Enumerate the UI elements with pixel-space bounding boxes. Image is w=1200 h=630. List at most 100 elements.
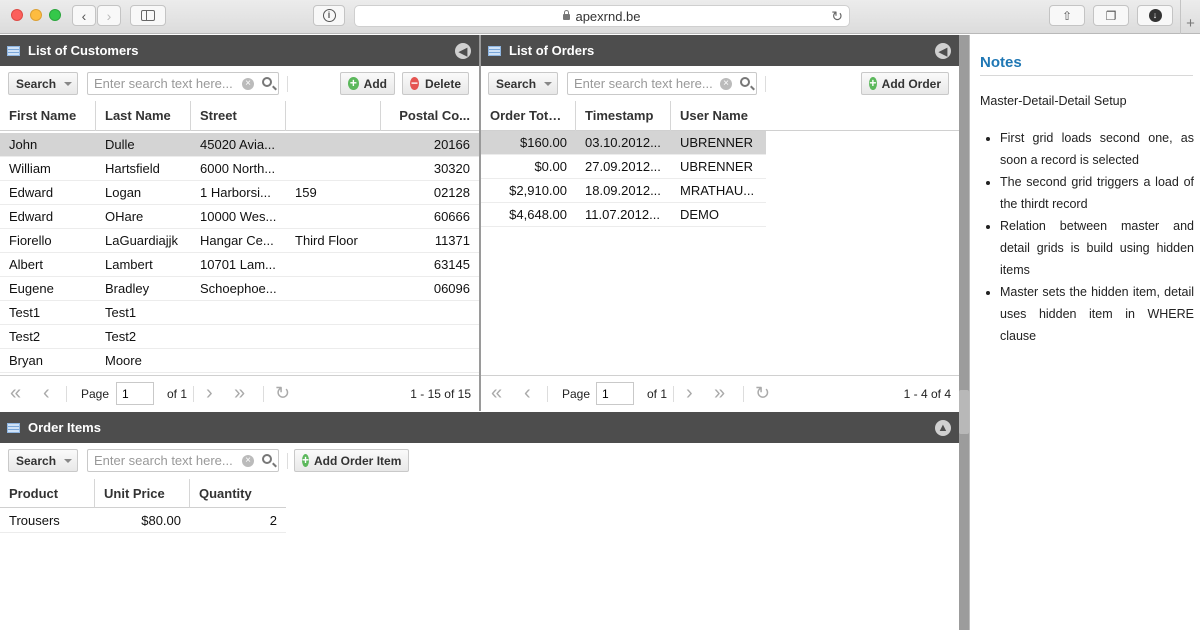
- column-header-timestamp[interactable]: Timestamp: [576, 101, 671, 131]
- refresh-icon[interactable]: ↻: [275, 383, 290, 403]
- table-cell: Albert: [9, 257, 43, 272]
- clear-icon[interactable]: ×: [242, 455, 254, 467]
- share-button[interactable]: ⇧: [1049, 5, 1085, 26]
- panel-splitter[interactable]: [959, 35, 969, 630]
- table-cell: 06096: [433, 281, 470, 296]
- chevron-right-icon: ›: [106, 7, 112, 24]
- table-row[interactable]: $4,648.00 11.07.2012... DEMO: [481, 203, 766, 227]
- order-items-search-menu-button[interactable]: Search: [8, 449, 78, 472]
- first-page-icon[interactable]: «: [491, 383, 502, 403]
- minimize-window-button[interactable]: [30, 9, 42, 21]
- table-cell: Hangar Ce...: [200, 233, 274, 248]
- next-page-icon[interactable]: ›: [206, 383, 213, 403]
- splitter-handle[interactable]: [959, 390, 969, 434]
- search-icon[interactable]: [262, 77, 272, 87]
- share-icon: ⇧: [1061, 8, 1073, 23]
- reader-info-button[interactable]: i: [313, 5, 345, 26]
- previous-page-icon[interactable]: ‹: [43, 383, 50, 403]
- pager-divider: [743, 386, 744, 402]
- table-row[interactable]: Test2 Test2: [0, 325, 479, 349]
- column-header-unit-price[interactable]: Unit Price: [95, 479, 190, 508]
- downloads-button[interactable]: ↓: [1137, 5, 1173, 26]
- reload-icon[interactable]: ↻: [831, 8, 843, 25]
- table-row[interactable]: John Dulle 45020 Avia... 20166: [0, 133, 479, 157]
- table-cell: Trousers: [9, 513, 60, 528]
- notes-item: Master sets the hidden item, detail uses…: [1000, 281, 1194, 347]
- collapse-up-icon[interactable]: ▲: [935, 420, 951, 436]
- pager-divider: [263, 386, 264, 402]
- column-header-product[interactable]: Product: [0, 479, 95, 508]
- record-range: 1 - 15 of 15: [410, 387, 471, 401]
- close-window-button[interactable]: [11, 9, 23, 21]
- refresh-icon[interactable]: ↻: [755, 383, 770, 403]
- orders-search-menu-button[interactable]: Search: [488, 72, 558, 95]
- last-page-icon[interactable]: »: [714, 383, 725, 403]
- orders-add-button[interactable]: + Add Order: [861, 72, 949, 95]
- pager-divider: [66, 386, 67, 402]
- back-button[interactable]: ‹: [72, 5, 96, 26]
- table-cell: 45020 Avia...: [200, 137, 275, 152]
- notes-divider: [980, 75, 1193, 76]
- previous-page-icon[interactable]: ‹: [524, 383, 531, 403]
- column-header-order-total[interactable]: Order Tota...: [481, 101, 576, 131]
- column-header-last-name[interactable]: Last Name: [96, 101, 191, 131]
- table-cell: 27.09.2012...: [585, 159, 661, 174]
- pager-divider: [193, 386, 194, 402]
- table-cell: MRATHAU...: [680, 183, 755, 198]
- column-header-street2[interactable]: [286, 101, 381, 131]
- notes-item: The second grid triggers a load of the t…: [1000, 171, 1194, 215]
- table-cell: 03.10.2012...: [585, 135, 661, 150]
- tabs-overview-button[interactable]: ❐: [1093, 5, 1129, 26]
- customers-search-menu-button[interactable]: Search: [8, 72, 78, 95]
- table-cell: Test2: [9, 329, 41, 344]
- table-cell: Fiorello: [9, 233, 52, 248]
- last-page-icon[interactable]: »: [234, 383, 245, 403]
- table-cell: $80.00: [141, 513, 181, 528]
- collapse-left-icon[interactable]: ◀: [455, 43, 471, 59]
- table-row[interactable]: Edward Logan 1 Harborsi... 159 02128: [0, 181, 479, 205]
- new-tab-button[interactable]: +: [1180, 0, 1200, 34]
- clear-icon[interactable]: ×: [242, 78, 254, 90]
- table-row[interactable]: William Hartsfield 6000 North... 30320: [0, 157, 479, 181]
- page-number-input[interactable]: [596, 382, 634, 405]
- order-items-search-field: ×: [87, 449, 279, 472]
- forward-button[interactable]: ›: [97, 5, 121, 26]
- caret-down-icon: [64, 81, 73, 86]
- table-cell: Schoephoe...: [200, 281, 277, 296]
- search-icon[interactable]: [262, 454, 272, 464]
- table-row[interactable]: Edward OHare 10000 Wes... 60666: [0, 205, 479, 229]
- sidebar-toggle-button[interactable]: [130, 5, 166, 26]
- column-header-user-name[interactable]: User Name: [671, 101, 766, 131]
- table-row[interactable]: Fiorello LaGuardiajjk Hangar Ce... Third Fl…: [0, 229, 479, 253]
- table-row[interactable]: Bryan Moore: [0, 349, 479, 373]
- table-row[interactable]: Trousers $80.00 2: [0, 509, 286, 533]
- table-cell: $4,648.00: [509, 207, 567, 222]
- search-icon[interactable]: [740, 77, 750, 87]
- grid-icon: [488, 45, 501, 56]
- column-header-quantity[interactable]: Quantity: [190, 479, 286, 508]
- table-row[interactable]: $160.00 03.10.2012... UBRENNER: [481, 131, 766, 155]
- customers-delete-button[interactable]: − Delete: [402, 72, 469, 95]
- customers-add-button[interactable]: + Add: [340, 72, 395, 95]
- table-cell: Edward: [9, 209, 54, 224]
- table-row[interactable]: Test1 Test1: [0, 301, 479, 325]
- order-items-region-header: Order Items ▲: [0, 412, 959, 443]
- table-row[interactable]: $2,910.00 18.09.2012... MRATHAU...: [481, 179, 766, 203]
- column-header-postal-code[interactable]: Postal Co...: [381, 101, 479, 131]
- clear-icon[interactable]: ×: [720, 78, 732, 90]
- column-header-street[interactable]: Street: [191, 101, 286, 131]
- table-row[interactable]: Eugene Bradley Schoephoe... 06096: [0, 277, 479, 301]
- address-bar[interactable]: apexrnd.be ↻: [354, 5, 850, 27]
- next-page-icon[interactable]: ›: [686, 383, 693, 403]
- first-page-icon[interactable]: «: [10, 383, 21, 403]
- zoom-window-button[interactable]: [49, 9, 61, 21]
- add-icon: +: [348, 76, 359, 90]
- collapse-left-icon[interactable]: ◀: [935, 43, 951, 59]
- table-cell: John: [9, 137, 38, 152]
- table-cell: [191, 349, 286, 373]
- column-header-first-name[interactable]: First Name: [0, 101, 96, 131]
- table-row[interactable]: $0.00 27.09.2012... UBRENNER: [481, 155, 766, 179]
- table-row[interactable]: Albert Lambert 10701 Lam... 63145: [0, 253, 479, 277]
- page-number-input[interactable]: [116, 382, 154, 405]
- add-order-item-button[interactable]: + Add Order Item: [294, 449, 409, 472]
